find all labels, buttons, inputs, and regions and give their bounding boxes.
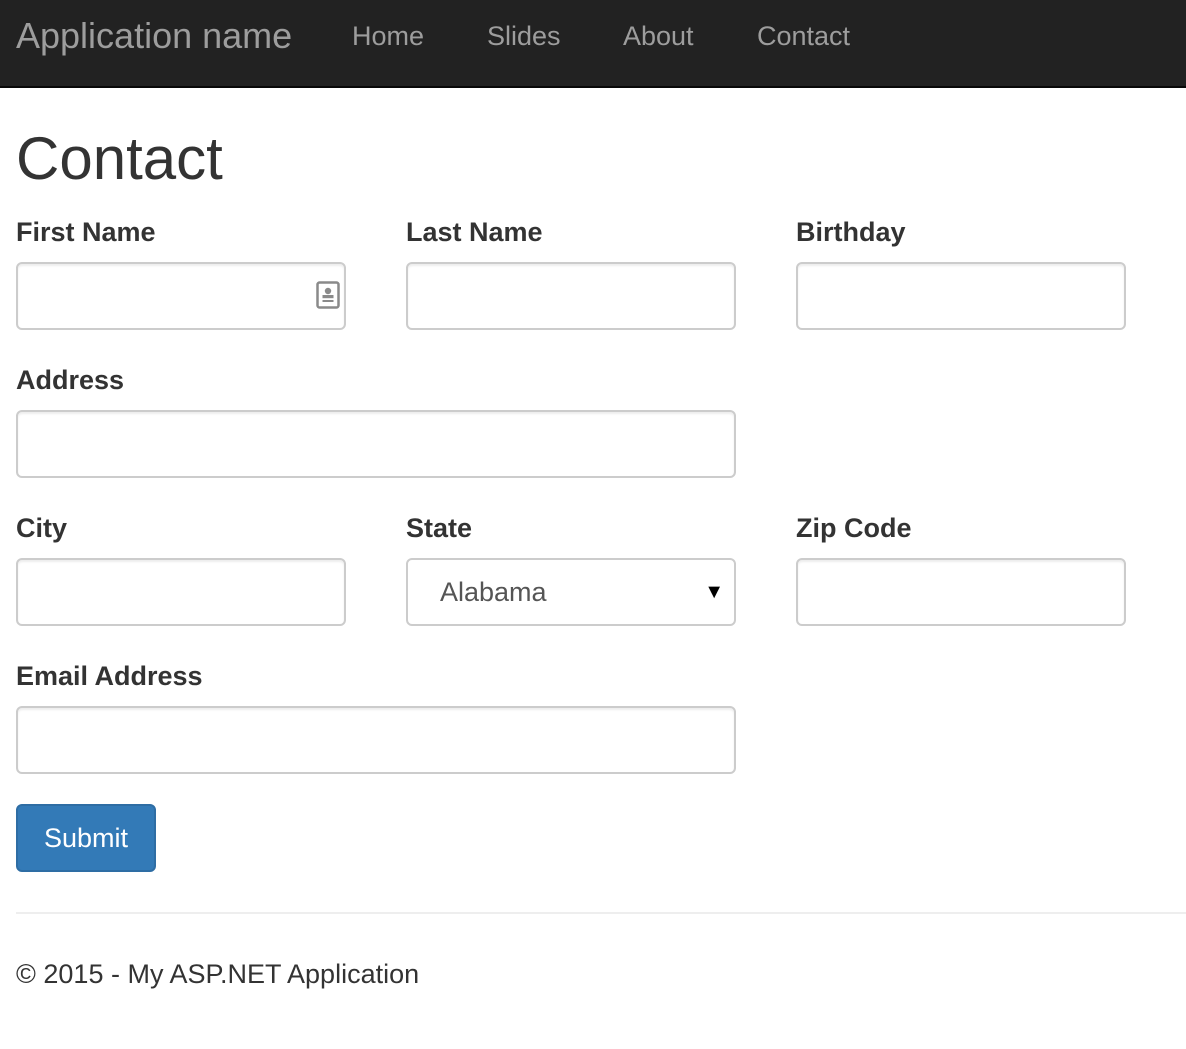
zip-code-input[interactable] bbox=[796, 558, 1126, 626]
page-title: Contact bbox=[16, 125, 223, 192]
first-name-input[interactable] bbox=[16, 262, 346, 330]
nav-home[interactable]: Home bbox=[352, 20, 424, 52]
contact-card-icon[interactable] bbox=[316, 281, 340, 309]
email-label: Email Address bbox=[16, 661, 203, 691]
nav-about[interactable]: About bbox=[623, 20, 694, 52]
nav-contact[interactable]: Contact bbox=[757, 20, 850, 52]
address-label: Address bbox=[16, 365, 125, 395]
last-name-label: Last Name bbox=[406, 217, 543, 247]
last-name-input[interactable] bbox=[406, 262, 736, 330]
footer-divider bbox=[16, 912, 1186, 914]
city-input[interactable] bbox=[16, 558, 346, 626]
navbar: Application name Home Slides About Conta… bbox=[0, 0, 1186, 88]
state-label: State bbox=[406, 513, 473, 543]
city-label: City bbox=[16, 513, 68, 543]
birthday-input[interactable] bbox=[796, 262, 1126, 330]
birthday-label: Birthday bbox=[796, 217, 906, 247]
footer-text: © 2015 - My ASP.NET Application bbox=[16, 959, 420, 989]
state-select[interactable]: Alabama ▼ bbox=[406, 558, 736, 626]
first-name-label: First Name bbox=[16, 217, 156, 247]
brand-link[interactable]: Application name bbox=[16, 16, 292, 56]
state-selected-value: Alabama bbox=[440, 577, 547, 607]
zip-code-label: Zip Code bbox=[796, 513, 912, 543]
nav-slides[interactable]: Slides bbox=[487, 20, 561, 52]
email-input[interactable] bbox=[16, 706, 736, 774]
address-input[interactable] bbox=[16, 410, 736, 478]
chevron-down-icon: ▼ bbox=[704, 581, 724, 603]
submit-button[interactable]: Submit bbox=[16, 804, 156, 872]
